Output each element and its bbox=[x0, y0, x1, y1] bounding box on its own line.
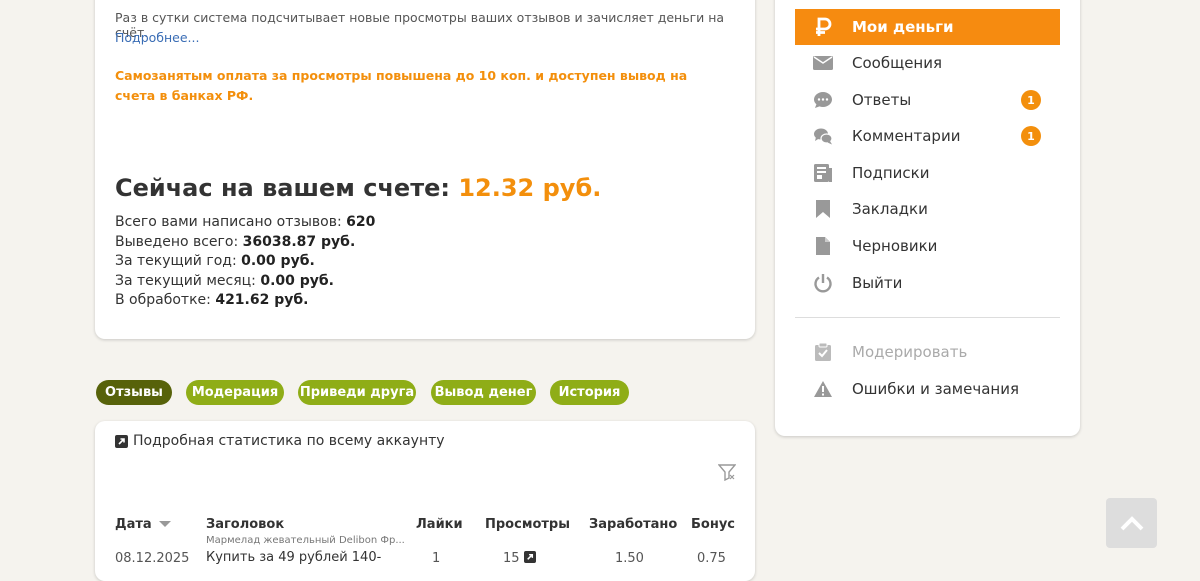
row-views: 15 bbox=[503, 551, 536, 567]
row-bonus: 0.75 bbox=[697, 551, 726, 566]
column-earned[interactable]: Заработано bbox=[589, 517, 677, 532]
tab-reviews[interactable]: Отзывы bbox=[96, 380, 172, 405]
stat-row: За текущий год: 0.00 руб. bbox=[115, 252, 375, 272]
tab-moderation[interactable]: Модерация bbox=[186, 380, 284, 405]
stat-label: Выведено всего: bbox=[115, 233, 239, 250]
statistics-link[interactable]: Подробная статистика по всему аккаунту bbox=[115, 433, 445, 449]
sort-down-icon bbox=[159, 517, 172, 532]
menu-item-bookmarks[interactable]: Закладки bbox=[795, 191, 1060, 227]
replies-badge: 1 bbox=[1021, 90, 1041, 110]
menu-item-comments[interactable]: Комментарии 1 bbox=[795, 118, 1060, 154]
external-link-icon[interactable] bbox=[523, 551, 536, 567]
menu-label: Сообщения bbox=[852, 54, 943, 72]
account-stats: Всего вами написано отзывов: 620 Выведен… bbox=[115, 213, 375, 311]
stat-value: 421.62 руб. bbox=[215, 292, 309, 308]
column-title[interactable]: Заголовок bbox=[206, 517, 284, 532]
stat-row: В обработке: 421.62 руб. bbox=[115, 291, 375, 311]
document-icon bbox=[813, 236, 833, 256]
tab-history[interactable]: История bbox=[550, 380, 629, 405]
balance-label: Сейчас на вашем счете: bbox=[115, 174, 450, 202]
menu-label: Черновики bbox=[852, 237, 938, 255]
menu-item-moderate[interactable]: Модерировать bbox=[795, 334, 1060, 370]
filter-icon[interactable] bbox=[717, 463, 737, 485]
envelope-icon bbox=[813, 53, 833, 73]
scroll-to-top-button[interactable] bbox=[1106, 498, 1157, 548]
menu-label: Модерировать bbox=[852, 343, 968, 361]
menu-divider bbox=[795, 317, 1060, 318]
comments-icon bbox=[813, 126, 833, 146]
stat-row: За текущий месяц: 0.00 руб. bbox=[115, 272, 375, 292]
menu-item-replies[interactable]: Ответы 1 bbox=[795, 82, 1060, 118]
menu-item-errors[interactable]: Ошибки и замечания bbox=[795, 371, 1060, 407]
stat-label: В обработке: bbox=[115, 292, 211, 308]
column-bonus[interactable]: Бонус bbox=[691, 517, 735, 532]
ruble-icon bbox=[813, 17, 833, 37]
stat-label: За текущий месяц: bbox=[115, 272, 256, 289]
column-likes[interactable]: Лайки bbox=[416, 517, 463, 532]
stat-value: 0.00 руб. bbox=[260, 272, 335, 289]
row-views-value: 15 bbox=[503, 551, 520, 566]
comments-badge: 1 bbox=[1021, 126, 1041, 146]
balance-value: 12.32 руб. bbox=[458, 174, 602, 202]
chevron-up-icon bbox=[1120, 515, 1144, 531]
menu-item-logout[interactable]: Выйти bbox=[795, 265, 1060, 301]
row-likes: 1 bbox=[432, 551, 441, 566]
column-views[interactable]: Просмотры bbox=[485, 517, 570, 532]
bookmark-icon bbox=[813, 199, 833, 219]
power-icon bbox=[813, 273, 833, 293]
stat-value: 620 bbox=[346, 214, 376, 230]
row-category: Мармелад жевательный Delibon Фр... bbox=[206, 535, 405, 546]
info-text: Раз в сутки система подсчитывает новые п… bbox=[115, 10, 725, 40]
menu-label: Ошибки и замечания bbox=[852, 380, 1019, 398]
warning-icon bbox=[813, 379, 833, 399]
stat-label: Всего вами написано отзывов: bbox=[115, 214, 342, 230]
menu-label: Закладки bbox=[852, 200, 928, 218]
menu-label: Ответы bbox=[852, 91, 912, 109]
chat-bubble-icon bbox=[813, 90, 833, 110]
external-link-icon bbox=[115, 434, 128, 448]
row-earned: 1.50 bbox=[615, 551, 644, 566]
menu-item-subscriptions[interactable]: Подписки bbox=[795, 155, 1060, 191]
row-date: 08.12.2025 bbox=[115, 551, 190, 566]
subscriptions-icon bbox=[813, 163, 833, 183]
menu-label: Мои деньги bbox=[852, 18, 954, 36]
promo-text: Самозанятым оплата за просмотры повышена… bbox=[115, 68, 688, 103]
tab-invite-friend[interactable]: Приведи друга bbox=[298, 380, 416, 405]
menu-label: Комментарии bbox=[852, 127, 961, 145]
balance-heading: Сейчас на вашем счете: 12.32 руб. bbox=[115, 174, 601, 202]
statistics-card: Подробная статистика по всему аккаунту Д… bbox=[95, 421, 755, 581]
menu-item-my-money[interactable]: Мои деньги bbox=[795, 9, 1060, 45]
stat-label: За текущий год: bbox=[115, 253, 237, 269]
tab-withdraw[interactable]: Вывод денег bbox=[431, 380, 536, 405]
menu-label: Подписки bbox=[852, 164, 930, 182]
statistics-title: Подробная статистика по всему аккаунту bbox=[133, 433, 445, 449]
stat-row: Выведено всего: 36038.87 руб. bbox=[115, 233, 375, 253]
more-link[interactable]: Подробнее... bbox=[115, 30, 199, 45]
stat-value: 36038.87 руб. bbox=[242, 233, 356, 250]
stat-row: Всего вами написано отзывов: 620 bbox=[115, 213, 375, 233]
column-date[interactable]: Дата bbox=[115, 517, 172, 532]
user-menu: Мои деньги Сообщения Ответы 1 Комментари… bbox=[775, 0, 1080, 436]
stat-value: 0.00 руб. bbox=[241, 253, 315, 269]
menu-label: Выйти bbox=[852, 274, 903, 292]
clipboard-check-icon bbox=[813, 342, 833, 362]
menu-item-drafts[interactable]: Черновики bbox=[795, 228, 1060, 264]
menu-item-messages[interactable]: Сообщения bbox=[795, 45, 1060, 81]
account-card: Раз в сутки система подсчитывает новые п… bbox=[95, 0, 755, 339]
column-label: Дата bbox=[115, 517, 152, 532]
